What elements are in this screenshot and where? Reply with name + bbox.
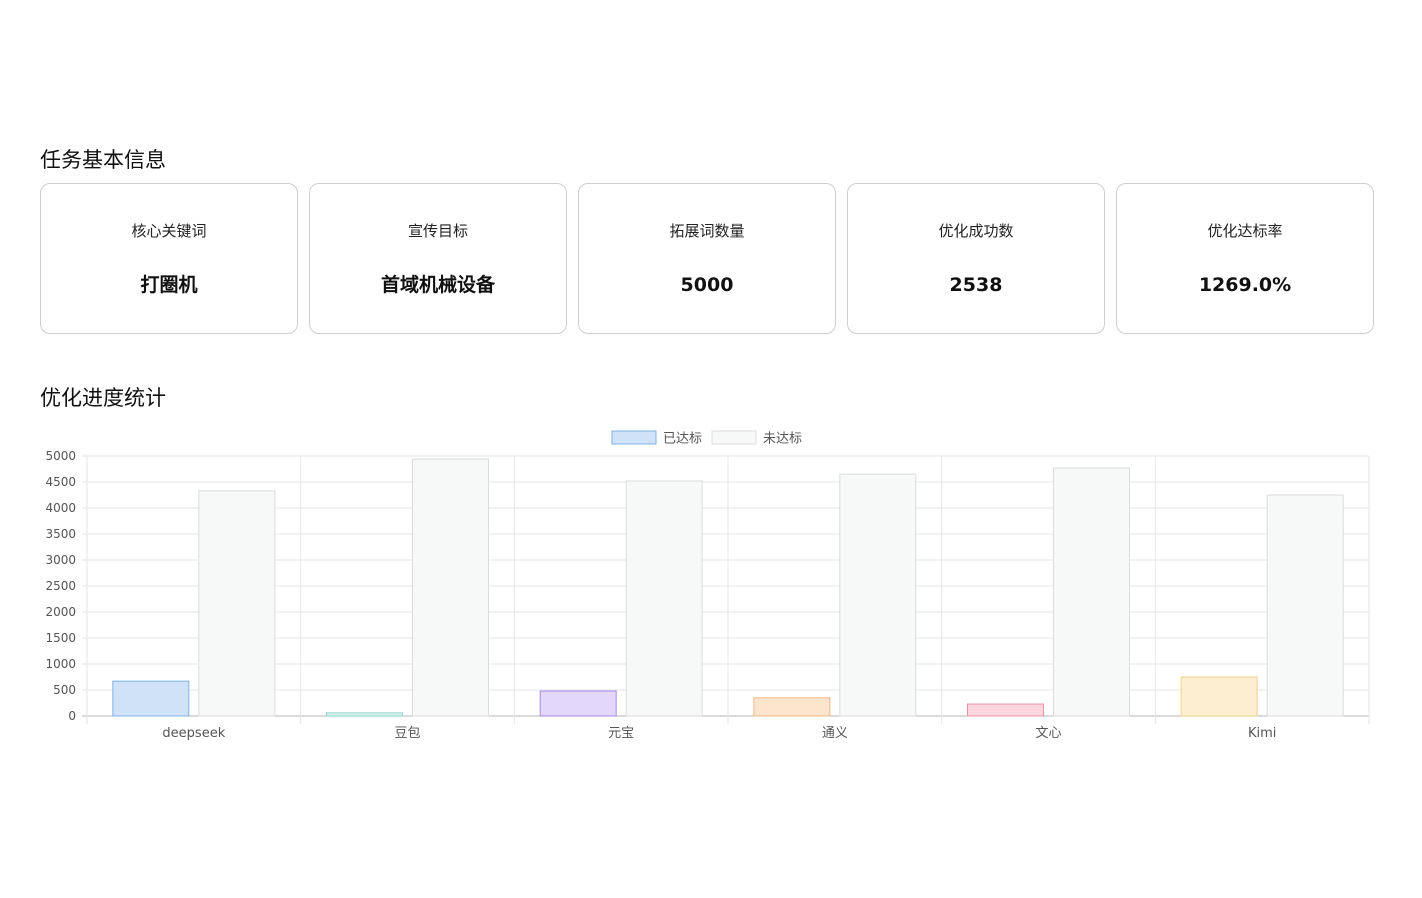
card-label: 优化达标率 [1207, 222, 1283, 240]
y-tick-label: 2500 [45, 579, 76, 593]
bar-not-achieved-元宝 [625, 480, 703, 717]
x-tick-label: 元宝 [608, 726, 634, 741]
bar-achieved-元宝 [539, 690, 617, 717]
card-value: 首域机械设备 [380, 274, 495, 296]
card-label: 宣传目标 [407, 222, 468, 240]
card-core-keyword: 核心关键词 打圈机 [40, 183, 298, 334]
legend-label-0: 已达标 [663, 432, 702, 447]
x-tick-label: 通义 [822, 726, 848, 741]
bar-not-achieved-文心 [1053, 467, 1130, 717]
legend-swatch-0 [611, 430, 657, 445]
card-label: 优化成功数 [938, 222, 1014, 240]
bar-achieved-Kimi [1180, 676, 1258, 717]
card-value: 1269.0% [1198, 274, 1292, 296]
y-tick-label: 0 [68, 709, 76, 723]
bar-not-achieved-Kimi [1266, 494, 1344, 717]
y-tick-label: 4000 [45, 501, 76, 515]
x-tick-label: deepseek [162, 726, 225, 741]
bar-achieved-deepseek [112, 680, 190, 717]
y-tick-label: 3000 [45, 553, 76, 567]
bar-not-achieved-通义 [839, 473, 917, 717]
y-tick-label: 5000 [45, 449, 76, 463]
card-value: 5000 [680, 274, 734, 296]
card-label: 拓展词数量 [669, 222, 745, 240]
card-success-count: 优化成功数 2538 [847, 183, 1105, 334]
y-tick-label: 1000 [45, 657, 76, 671]
optimization-progress-chart: 0 500 1000 1500 2000 2500 3000 3500 4000 4500 5000… [45, 430, 1370, 741]
card-promo-target: 宣传目标 首域机械设备 [309, 183, 567, 334]
x-tick-label: 豆包 [394, 726, 420, 741]
legend-swatch-1 [711, 430, 757, 445]
section-title-progress-stats: 优化进度统计 [40, 386, 166, 410]
bar-not-achieved-豆包 [412, 458, 489, 717]
y-tick-label: 3500 [45, 527, 76, 541]
bar-achieved-文心 [967, 703, 1044, 717]
x-tick-label: 文心 [1035, 726, 1061, 741]
y-tick-label: 1500 [45, 631, 76, 645]
card-value: 2538 [949, 274, 1003, 296]
y-tick-label: 2000 [45, 605, 76, 619]
card-expanded-word-count: 拓展词数量 5000 [578, 183, 836, 334]
legend-label-1: 未达标 [763, 432, 802, 447]
bar-not-achieved-deepseek [198, 490, 276, 717]
section-title-basic-info: 任务基本信息 [40, 148, 166, 172]
y-tick-label: 500 [53, 683, 76, 697]
y-tick-label: 4500 [45, 475, 76, 489]
x-tick-label: Kimi [1248, 726, 1276, 741]
card-value: 打圈机 [140, 274, 198, 296]
card-label: 核心关键词 [131, 222, 207, 240]
bar-achieved-豆包 [326, 712, 403, 717]
card-success-rate: 优化达标率 1269.0% [1116, 183, 1374, 334]
info-cards: 核心关键词 打圈机 宣传目标 首域机械设备 拓展词数量 5000 优化成功数 2… [40, 183, 1374, 334]
bar-achieved-通义 [753, 697, 831, 717]
